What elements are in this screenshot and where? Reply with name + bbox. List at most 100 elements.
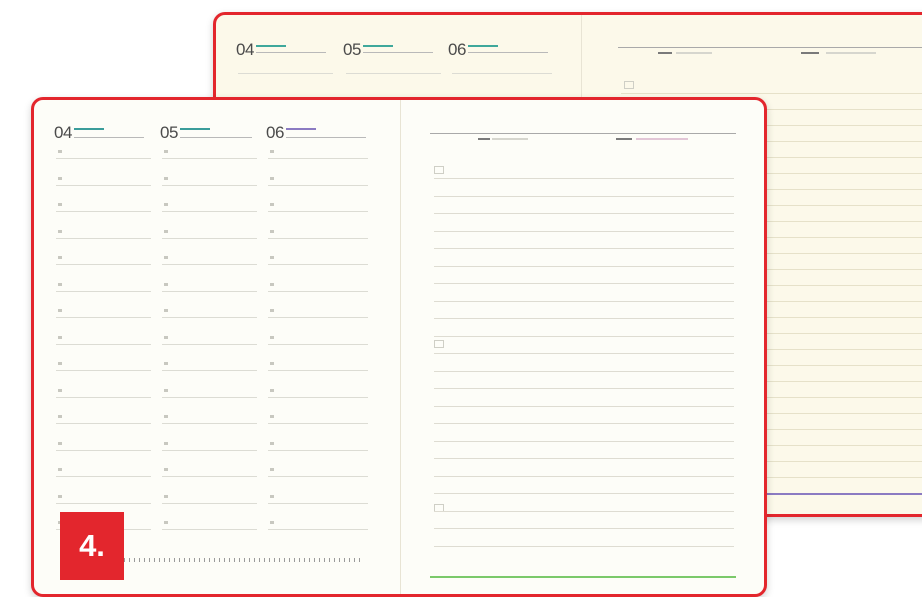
hour-marker	[270, 521, 274, 524]
day-accent-bar	[255, 45, 286, 47]
ruled-line	[434, 195, 734, 197]
hour-marker	[270, 388, 274, 392]
notes-header-rule	[430, 133, 736, 134]
ruled-line	[434, 300, 734, 302]
ruled-line	[162, 529, 257, 530]
day-accent-bar	[73, 128, 104, 130]
ruled-line	[56, 264, 151, 265]
day-accent-bar	[467, 45, 498, 47]
ruled-line	[434, 545, 734, 547]
ruled-line	[56, 449, 151, 451]
day-header-2: 05	[160, 124, 210, 141]
note-marker	[624, 81, 634, 89]
day-header-3: 06	[448, 41, 498, 58]
ruled-line	[268, 502, 368, 504]
calendar-strip	[124, 558, 364, 562]
notes-label-line	[826, 52, 876, 54]
hour-marker	[164, 521, 168, 524]
hour-marker	[58, 441, 62, 445]
day-number: 04	[54, 123, 72, 142]
day-rule	[468, 52, 548, 53]
notes-footer-rule	[430, 576, 736, 578]
ruled-line	[434, 475, 734, 477]
ruled-line	[434, 265, 734, 267]
ruled-line	[268, 476, 368, 477]
hour-marker	[270, 229, 274, 233]
step-badge: 4.	[60, 512, 124, 580]
hour-marker	[58, 335, 62, 339]
ruled-line	[56, 158, 151, 159]
day-rule	[256, 52, 326, 53]
ruled-line	[434, 440, 734, 442]
day-number: 05	[160, 123, 178, 142]
ruled-line	[56, 317, 151, 318]
hour-row	[452, 73, 552, 74]
planner-front: 04 05 06	[31, 97, 767, 597]
note-marker	[434, 166, 444, 174]
hour-marker	[270, 415, 274, 418]
hour-marker	[270, 150, 274, 153]
ruled-line	[434, 510, 734, 512]
notes-label	[801, 52, 819, 54]
hour-marker	[270, 468, 274, 471]
day-number: 06	[266, 123, 284, 142]
day-header-1: 04	[236, 41, 286, 58]
hour-marker	[164, 362, 168, 365]
ruled-line	[162, 502, 257, 504]
notes-label-line	[636, 138, 688, 140]
ruled-line	[56, 184, 151, 186]
ruled-line	[434, 423, 734, 424]
notes-label	[478, 138, 490, 140]
hour-marker	[164, 229, 168, 233]
day-accent-bar	[285, 128, 316, 130]
hour-marker	[164, 176, 168, 180]
ruled-line	[56, 476, 151, 477]
ruled-line	[162, 158, 257, 159]
ruled-line	[268, 449, 368, 451]
hour-marker	[270, 176, 274, 180]
notes-label-line	[676, 52, 712, 54]
ruled-line	[268, 343, 368, 345]
ruled-line	[434, 405, 734, 407]
ruled-line	[621, 93, 922, 94]
hour-marker	[58, 203, 62, 206]
hour-marker	[164, 282, 168, 286]
ruled-line	[56, 396, 151, 398]
ruled-line	[434, 248, 734, 249]
ruled-line	[162, 184, 257, 186]
hour-marker	[164, 309, 168, 312]
hour-marker	[58, 309, 62, 312]
hour-marker	[58, 388, 62, 392]
ruled-line	[268, 529, 368, 530]
hour-marker	[270, 335, 274, 339]
hour-marker	[58, 150, 62, 153]
notes-header-rule	[618, 47, 922, 48]
ruled-line	[268, 290, 368, 292]
ruled-line	[162, 423, 257, 424]
ruled-line	[268, 184, 368, 186]
day-rule	[363, 52, 433, 53]
ruled-line	[268, 237, 368, 239]
ruled-line	[434, 230, 734, 232]
day-header-3: 06	[266, 124, 316, 141]
ruled-line	[268, 396, 368, 398]
ruled-line	[268, 370, 368, 371]
ruled-line	[162, 290, 257, 292]
hour-marker	[164, 494, 168, 498]
day-accent-bar	[362, 45, 393, 47]
ruled-line	[162, 317, 257, 318]
hour-marker	[164, 203, 168, 206]
hour-marker	[58, 362, 62, 365]
ruled-line	[162, 396, 257, 398]
hour-marker	[164, 256, 168, 259]
ruled-line	[434, 178, 734, 179]
day-rule	[286, 137, 366, 138]
hour-marker	[270, 256, 274, 259]
ruled-line	[434, 370, 734, 372]
day-rule	[180, 137, 252, 138]
hour-marker	[164, 468, 168, 471]
ruled-line	[268, 158, 368, 159]
hour-marker	[270, 282, 274, 286]
ruled-line	[268, 423, 368, 424]
ruled-line	[434, 528, 734, 529]
